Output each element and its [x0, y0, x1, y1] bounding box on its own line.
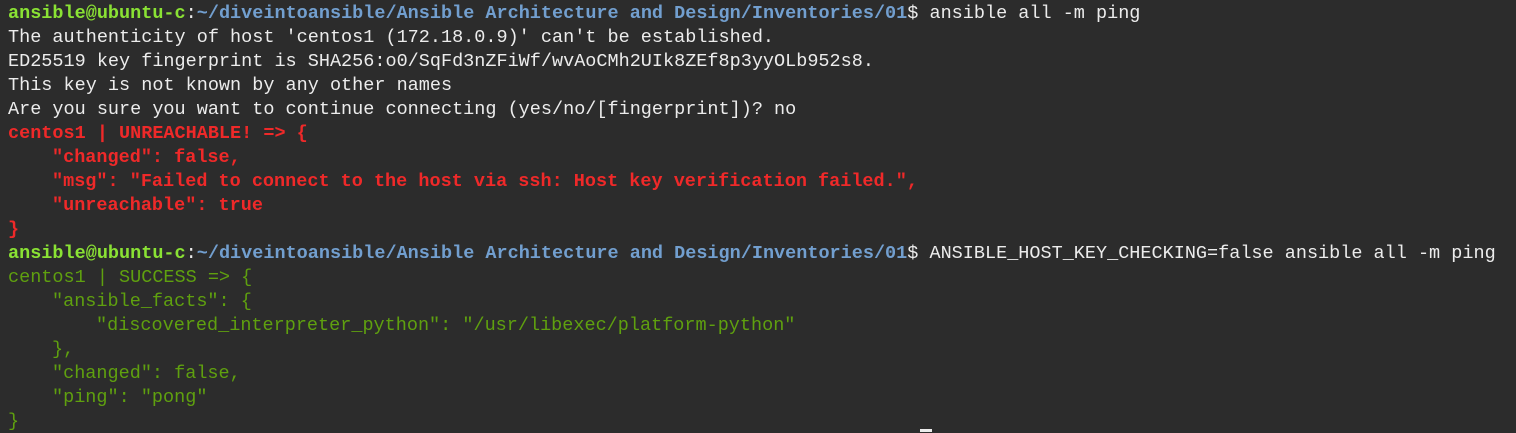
prompt-line-1: ansible@ubuntu-c:~/diveintoansible/Ansib… [8, 2, 1516, 26]
prompt-path: ~/diveintoansible/Ansible Architecture a… [196, 3, 908, 24]
success-close: } [8, 411, 20, 432]
ssh-fingerprint-line: ED25519 key fingerprint is SHA256:o0/SqF… [8, 51, 874, 72]
prompt-colon: : [185, 3, 197, 24]
command-text-1: ansible all -m ping [918, 3, 1141, 24]
prompt-user-host: ansible@ubuntu-c [8, 243, 186, 264]
terminal-window[interactable]: ansible@ubuntu-c:~/diveintoansible/Ansib… [0, 0, 1516, 433]
success-ping: "ping": "pong" [52, 387, 208, 408]
success-facts-open: "ansible_facts": { [52, 291, 252, 312]
failure-close: } [8, 219, 20, 240]
ssh-authenticity-line: The authenticity of host 'centos1 (172.1… [8, 27, 775, 48]
prompt-symbol: $ [907, 3, 919, 24]
failure-msg: "msg": "Failed to connect to the host vi… [52, 171, 918, 192]
command-text-2: ANSIBLE_HOST_KEY_CHECKING=false ansible … [918, 243, 1496, 264]
prompt-path: ~/diveintoansible/Ansible Architecture a… [196, 243, 908, 264]
success-header: centos1 | SUCCESS => { [8, 267, 253, 288]
failure-header: centos1 | UNREACHABLE! => { [8, 123, 308, 144]
success-interpreter: "discovered_interpreter_python": "/usr/l… [96, 315, 796, 336]
success-facts-close: }, [52, 339, 75, 360]
prompt-line-2: ansible@ubuntu-c:~/diveintoansible/Ansib… [8, 242, 1516, 266]
success-changed: "changed": false, [52, 363, 241, 384]
ssh-question-line: Are you sure you want to continue connec… [8, 99, 797, 120]
prompt-user-host: ansible@ubuntu-c [8, 3, 186, 24]
prompt-symbol: $ [907, 243, 919, 264]
ssh-not-known-line: This key is not known by any other names [8, 75, 453, 96]
failure-unreachable: "unreachable": true [52, 195, 263, 216]
text-cursor [920, 429, 932, 432]
prompt-colon: : [185, 243, 197, 264]
failure-changed: "changed": false, [52, 147, 241, 168]
